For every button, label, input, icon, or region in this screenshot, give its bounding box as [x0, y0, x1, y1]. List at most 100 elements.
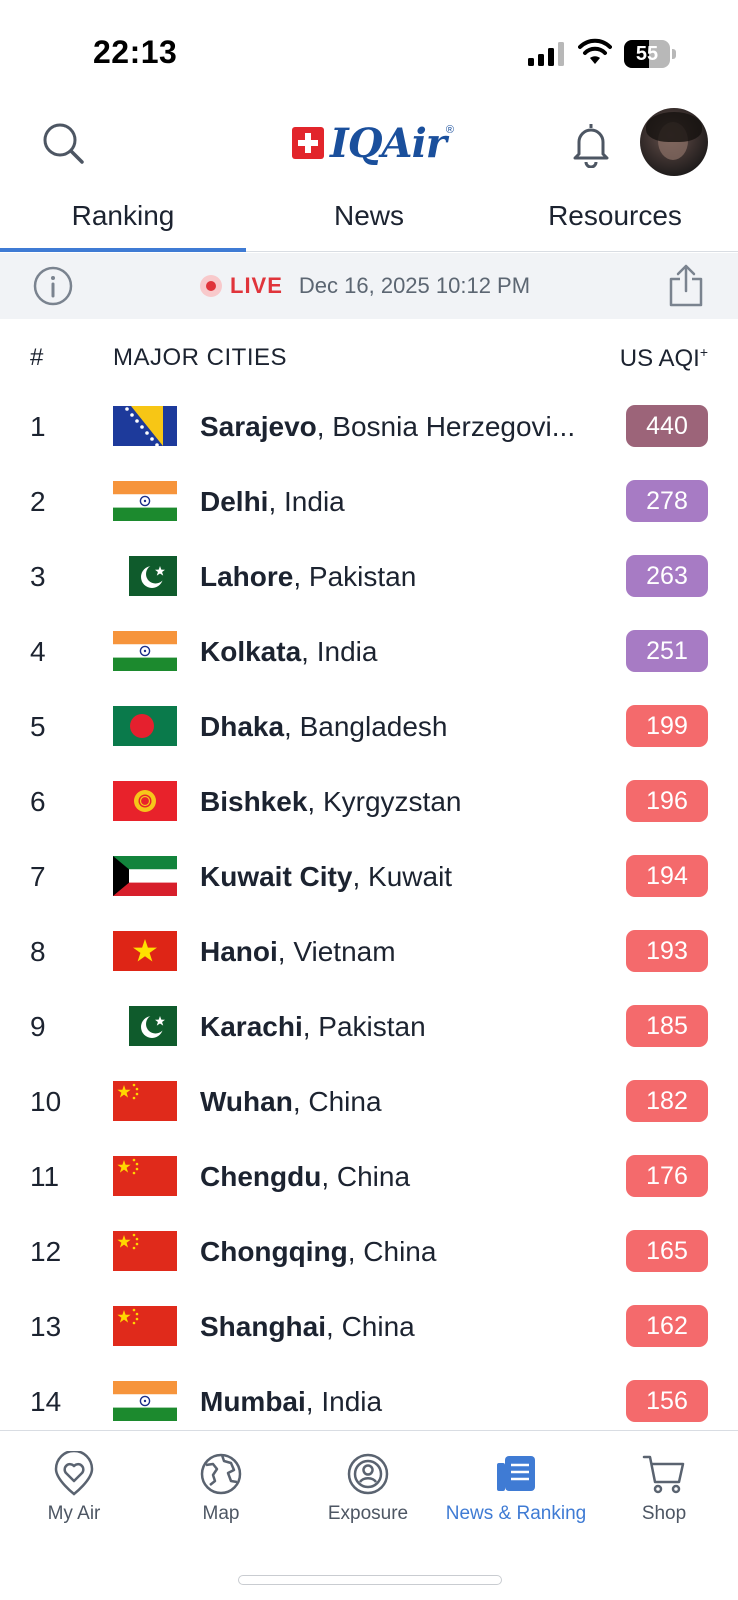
nav-my-air[interactable]: My Air: [0, 1451, 148, 1525]
city-name: Karachi, Pakistan: [200, 989, 600, 1064]
aqi-badge: 176: [626, 1155, 708, 1197]
city-column-header: MAJOR CITIES: [113, 344, 288, 371]
rank-number: 14: [30, 1386, 62, 1417]
nav-exposure[interactable]: Exposure: [294, 1451, 442, 1525]
aqi-badge: 156: [626, 1380, 708, 1422]
wifi-icon: [578, 38, 612, 64]
aqi-badge: 185: [626, 1005, 708, 1047]
ranking-row[interactable]: 14 Mumbai, India 156: [0, 1364, 738, 1439]
aqi-badge: 263: [626, 555, 708, 597]
info-icon: [33, 266, 73, 306]
ranking-row[interactable]: 11 Chengdu, China 176: [0, 1139, 738, 1214]
share-button[interactable]: [666, 263, 706, 309]
china-flag-icon: [113, 1231, 177, 1271]
rank-number: 3: [30, 561, 46, 592]
info-button[interactable]: [32, 265, 74, 307]
ranking-row[interactable]: 13 Shanghai, China 162: [0, 1289, 738, 1364]
ranking-row[interactable]: 9 Karachi, Pakistan 185: [0, 989, 738, 1064]
swiss-cross-icon: [292, 127, 324, 159]
country-label: , Pakistan: [293, 561, 417, 592]
rank-number: 13: [30, 1311, 62, 1342]
bell-icon: [573, 124, 609, 169]
tab-ranking[interactable]: Ranking: [0, 190, 246, 252]
home-indicator: [238, 1575, 502, 1585]
ranking-row[interactable]: 5 Dhaka, Bangladesh 199: [0, 689, 738, 764]
aqi-badge: 193: [626, 930, 708, 972]
search-icon: [43, 123, 84, 164]
status-time: 22:13: [93, 34, 178, 70]
live-datetime: Dec 16, 2025 10:12 PM: [298, 273, 531, 298]
aqi-badge: 440: [626, 405, 708, 447]
kuwait-flag-icon: [113, 856, 177, 896]
city-label: Shanghai: [200, 1311, 327, 1342]
city-name: Dhaka, Bangladesh: [200, 689, 600, 764]
city-label: Lahore: [200, 561, 294, 592]
rank-number: 2: [30, 486, 46, 517]
nav-shop[interactable]: Shop: [590, 1451, 738, 1525]
city-name: Bishkek, Kyrgyzstan: [200, 764, 600, 839]
rank-number: 4: [30, 636, 46, 667]
rank-number: 5: [30, 711, 46, 742]
battery-icon: 55: [624, 40, 676, 68]
rank-number: 12: [30, 1236, 62, 1267]
iqair-logo: IQAir ®: [292, 118, 454, 168]
live-status: LIVE Dec 16, 2025 10:12 PM: [200, 253, 530, 319]
logo-registered-mark: ®: [445, 124, 454, 136]
ranking-row[interactable]: 8 Hanoi, Vietnam 193: [0, 914, 738, 989]
aqi-badge: 182: [626, 1080, 708, 1122]
country-label: , Bangladesh: [284, 711, 448, 742]
bottom-nav: My Air Map Exposure News & Ranking Shop: [0, 1430, 738, 1600]
ranking-row[interactable]: 3 Lahore, Pakistan 263: [0, 539, 738, 614]
city-label: Mumbai: [200, 1386, 306, 1417]
ranking-row[interactable]: 7 Kuwait City, Kuwait 194: [0, 839, 738, 914]
status-bar: 22:13 55: [0, 0, 738, 100]
rank-number: 8: [30, 936, 46, 967]
nav-map[interactable]: Map: [147, 1451, 295, 1525]
aqi-badge: 278: [626, 480, 708, 522]
rank-number: 1: [30, 411, 46, 442]
cart-icon: [642, 1455, 685, 1494]
top-tabs: Ranking News Resources: [0, 190, 738, 252]
city-label: Wuhan: [200, 1086, 293, 1117]
country-label: , China: [321, 1161, 411, 1192]
exposure-icon: [347, 1453, 389, 1495]
china-flag-icon: [113, 1306, 177, 1346]
city-name: Hanoi, Vietnam: [200, 914, 600, 989]
ranking-row[interactable]: 4 Kolkata, India 251: [0, 614, 738, 689]
tab-news[interactable]: News: [246, 190, 492, 251]
aqi-badge: 165: [626, 1230, 708, 1272]
nav-news-ranking[interactable]: News & Ranking: [442, 1451, 590, 1525]
country-label: , China: [326, 1311, 415, 1342]
city-name: Sarajevo, Bosnia Herzegovi...: [200, 389, 600, 464]
india-flag-icon: [113, 1381, 177, 1421]
ranking-row[interactable]: 12 Chongqing, China 165: [0, 1214, 738, 1289]
city-label: Chongqing: [200, 1236, 348, 1267]
list-header: # MAJOR CITIES US AQI+: [0, 330, 738, 386]
rank-number: 10: [30, 1086, 62, 1117]
city-name: Kuwait City, Kuwait: [200, 839, 600, 914]
aqi-badge: 196: [626, 780, 708, 822]
aqi-badge: 162: [626, 1305, 708, 1347]
india-flag-icon: [113, 631, 177, 671]
live-bar: LIVE Dec 16, 2025 10:12 PM: [0, 253, 738, 319]
ranking-row[interactable]: 1 Sarajevo, Bosnia Herzegovi... 440: [0, 389, 738, 464]
user-avatar[interactable]: [640, 108, 708, 176]
bangladesh-flag-icon: [113, 706, 177, 746]
ranking-row[interactable]: 10 Wuhan, China 182: [0, 1064, 738, 1139]
city-label: Bishkek: [200, 786, 308, 817]
share-icon: [669, 264, 703, 307]
tab-resources[interactable]: Resources: [492, 190, 738, 251]
city-name: Shanghai, China: [200, 1289, 600, 1364]
notifications-button[interactable]: [568, 120, 614, 169]
india-flag-icon: [113, 481, 177, 521]
rank-number: 11: [30, 1161, 60, 1192]
search-button[interactable]: [40, 120, 88, 168]
ranking-row[interactable]: 6 Bishkek, Kyrgyzstan 196: [0, 764, 738, 839]
country-label: , India: [305, 1386, 383, 1417]
city-name: Wuhan, China: [200, 1064, 600, 1139]
aqi-badge: 251: [626, 630, 708, 672]
country-label: , Kyrgyzstan: [307, 786, 462, 817]
kyrgyzstan-flag-icon: [113, 781, 177, 821]
pakistan-flag-icon: [129, 1006, 177, 1046]
ranking-row[interactable]: 2 Delhi, India 278: [0, 464, 738, 539]
